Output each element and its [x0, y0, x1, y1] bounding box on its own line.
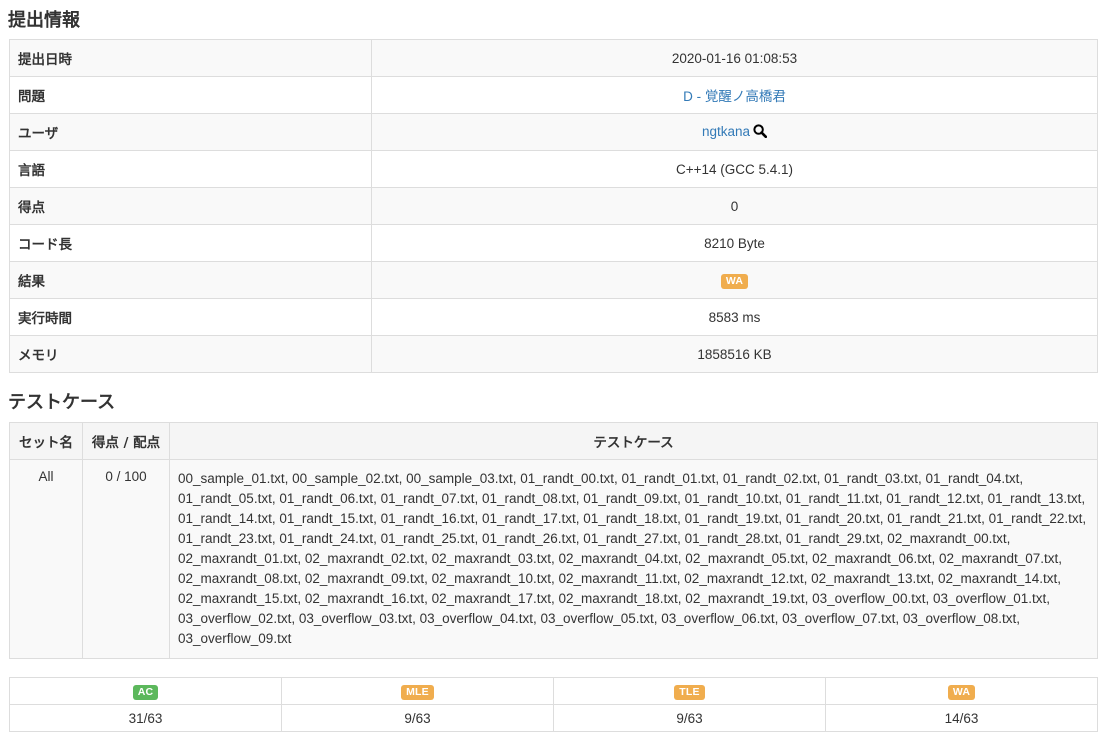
language-value: C++14 (GCC 5.4.1)	[371, 150, 1098, 188]
status-badge-ac: AC	[132, 685, 159, 700]
submission-info-table: 提出日時 2020-01-16 01:08:53 問題 D - 覚醒ノ高橋君 ユ…	[9, 39, 1098, 373]
status-label-row: AC MLE TLE WA	[9, 677, 1098, 705]
row-code-length: コード長 8210 Byte	[9, 224, 1098, 262]
row-submit-time: 提出日時 2020-01-16 01:08:53	[9, 39, 1098, 77]
problem-cell: D - 覚醒ノ高橋君	[371, 76, 1098, 114]
testcases-heading: テストケース	[8, 392, 116, 413]
problem-link[interactable]: D - 覚醒ノ高橋君	[683, 89, 786, 104]
user-cell: ngtkana	[371, 113, 1098, 151]
code-length-value: 8210 Byte	[371, 224, 1098, 262]
case-list-cell: 00_sample_01.txt, 00_sample_02.txt, 00_s…	[169, 459, 1098, 659]
cases-header: テストケース	[169, 422, 1098, 460]
status-summary-table: AC MLE TLE WA 31/63 9/63 9/63 14/63	[9, 677, 1098, 732]
score-header: 得点 / 配点	[82, 422, 170, 460]
testcases-table: セット名 得点 / 配点 テストケース All 0 / 100 00_sampl…	[9, 422, 1098, 659]
row-memory: メモリ 1858516 KB	[9, 335, 1098, 373]
set-name-cell: All	[9, 459, 83, 659]
tle-count: 9/63	[553, 704, 826, 732]
submit-time-label: 提出日時	[9, 39, 372, 77]
result-label: 結果	[9, 261, 372, 299]
submission-heading: 提出情報	[8, 10, 80, 31]
status-count-row: 31/63 9/63 9/63 14/63	[9, 704, 1098, 732]
result-badge: WA	[720, 273, 749, 289]
set-score-cell: 0 / 100	[82, 459, 170, 659]
testcases-header-row: セット名 得点 / 配点 テストケース	[9, 422, 1098, 460]
status-badge-mle: MLE	[401, 685, 434, 700]
ac-label-cell: AC	[9, 677, 282, 705]
submit-time-value: 2020-01-16 01:08:53	[371, 39, 1098, 77]
memory-value: 1858516 KB	[371, 335, 1098, 373]
row-language: 言語 C++14 (GCC 5.4.1)	[9, 150, 1098, 188]
memory-label: メモリ	[9, 335, 372, 373]
code-length-label: コード長	[9, 224, 372, 262]
problem-label: 問題	[9, 76, 372, 114]
score-label: 得点	[9, 187, 372, 225]
row-problem: 問題 D - 覚醒ノ高橋君	[9, 76, 1098, 114]
wa-label-cell: WA	[825, 677, 1098, 705]
set-name-header: セット名	[9, 422, 83, 460]
row-user: ユーザ ngtkana	[9, 113, 1098, 151]
ac-count: 31/63	[9, 704, 282, 732]
result-cell: WA	[371, 261, 1098, 299]
row-result: 結果 WA	[9, 261, 1098, 299]
status-badge-tle: TLE	[674, 685, 705, 700]
row-score: 得点 0	[9, 187, 1098, 225]
language-label: 言語	[9, 150, 372, 188]
user-link[interactable]: ngtkana	[702, 124, 750, 139]
exec-time-label: 実行時間	[9, 298, 372, 336]
row-exec-time: 実行時間 8583 ms	[9, 298, 1098, 336]
exec-time-value: 8583 ms	[371, 298, 1098, 336]
status-badge-wa: WA	[947, 685, 976, 700]
mle-label-cell: MLE	[281, 677, 554, 705]
score-value: 0	[371, 187, 1098, 225]
wa-count: 14/63	[825, 704, 1098, 732]
table-row: All 0 / 100 00_sample_01.txt, 00_sample_…	[9, 459, 1098, 659]
tle-label-cell: TLE	[553, 677, 826, 705]
search-icon[interactable]	[753, 123, 768, 141]
user-label: ユーザ	[9, 113, 372, 151]
mle-count: 9/63	[281, 704, 554, 732]
